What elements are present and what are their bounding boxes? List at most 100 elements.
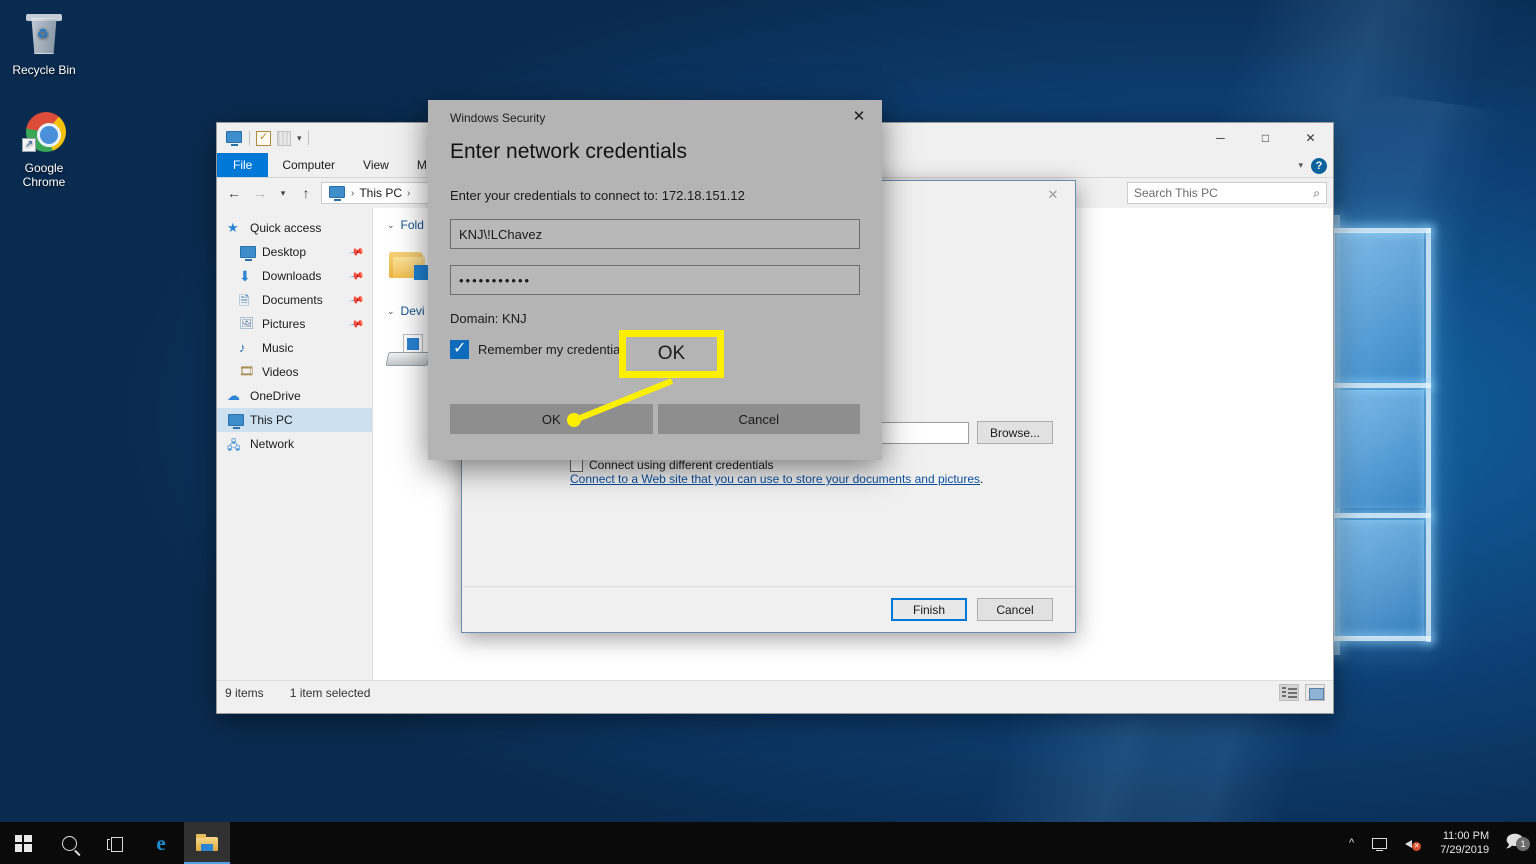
wizard-cancel-button[interactable]: Cancel (977, 598, 1053, 621)
toolbar-divider (307, 131, 309, 145)
wizard-footer[interactable]: Finish Cancel (462, 586, 1075, 632)
desktop-icon-google-chrome[interactable]: ↗ Google Chrome (6, 108, 82, 189)
dialog-titlebar[interactable]: Windows Security ✕ (428, 100, 882, 136)
taskbar[interactable]: e ^ ✕ 11:00 PM 7/29/2019 🗩 1 (0, 822, 1536, 864)
sidebar-item-documents[interactable]: 🗎 Documents 📌 (217, 288, 372, 312)
search-placeholder: Search This PC (1134, 186, 1218, 200)
web-site-link-row[interactable]: Connect to a Web site that you can use t… (570, 472, 1053, 486)
item-count-label: 9 items (225, 685, 264, 700)
ok-button[interactable]: OK (450, 404, 653, 434)
system-tray[interactable]: ^ ✕ 11:00 PM 7/29/2019 🗩 1 (1340, 822, 1536, 864)
network-icon[interactable] (1363, 837, 1396, 851)
desktop-icon-label-line2: Chrome (22, 175, 66, 189)
sidebar-item-label: This PC (250, 413, 293, 427)
close-icon[interactable]: ✕ (1031, 181, 1075, 209)
windows-security-credentials-dialog[interactable]: Windows Security ✕ Enter network credent… (428, 100, 882, 460)
sidebar-item-pictures[interactable]: 🖼 Pictures 📌 (217, 312, 372, 336)
desktop-icon (239, 244, 256, 261)
forward-button[interactable]: → (249, 182, 271, 204)
network-icon: 🖧 (227, 438, 241, 452)
search-input[interactable]: Search This PC ⌕ (1127, 182, 1327, 204)
window-controls[interactable]: ─ □ ✕ (1198, 123, 1333, 153)
help-icon[interactable]: ? (1311, 157, 1327, 174)
chevron-down-icon[interactable]: ⌄ (387, 220, 395, 231)
details-view-icon[interactable] (1279, 684, 1299, 701)
navigation-pane[interactable]: ★ Quick access Desktop 📌 ⬇ Downloads 📌 🗎… (217, 208, 373, 680)
paste-icon[interactable] (277, 130, 291, 146)
tab-file[interactable]: File (217, 153, 269, 177)
task-view-icon (106, 836, 124, 852)
music-icon: ♪ (239, 340, 246, 355)
connect-web-site-link[interactable]: Connect to a Web site that you can use t… (570, 472, 980, 486)
customize-toolbar-caret-icon[interactable]: ▾ (297, 133, 302, 144)
sidebar-item-onedrive[interactable]: ☁ OneDrive (217, 384, 372, 408)
sidebar-item-label: Documents (262, 293, 323, 307)
chevron-down-icon[interactable]: ⌄ (387, 306, 395, 317)
search-icon (61, 835, 77, 851)
checkbox-label: Connect using different credentials (589, 458, 774, 472)
checkbox-checked[interactable] (450, 338, 469, 359)
group-header-label: Devi (400, 304, 425, 318)
volume-muted-icon[interactable]: ✕ (1396, 837, 1428, 851)
clock-date: 7/29/2019 (1440, 844, 1490, 856)
task-view-button[interactable] (92, 822, 138, 864)
sidebar-item-network[interactable]: 🖧 Network (217, 432, 372, 456)
breadcrumb-separator: › (407, 187, 411, 199)
minimize-button[interactable]: ─ (1198, 123, 1243, 153)
browse-button[interactable]: Browse... (976, 421, 1053, 444)
group-header-label: Fold (400, 218, 424, 232)
view-toggle-group[interactable] (1279, 684, 1325, 701)
finish-button[interactable]: Finish (891, 598, 967, 621)
checkbox[interactable] (570, 458, 583, 472)
maximize-button[interactable]: □ (1243, 123, 1288, 153)
action-center-button[interactable]: 🗩 1 (1501, 829, 1536, 858)
sidebar-item-label: Pictures (262, 317, 306, 331)
dialog-actions[interactable]: OK Cancel (450, 404, 860, 434)
start-button[interactable] (0, 822, 46, 864)
star-icon: ★ (227, 220, 239, 235)
desktop-icon-recycle-bin[interactable]: ♻ Recycle Bin (6, 10, 82, 77)
notification-count-badge: 1 (1516, 836, 1530, 851)
tab-computer[interactable]: Computer (268, 153, 349, 177)
taskbar-file-explorer-button[interactable] (184, 822, 230, 864)
sidebar-item-music[interactable]: ♪ Music (217, 336, 372, 360)
sidebar-item-label: Quick access (250, 221, 322, 235)
ribbon-right-controls[interactable]: ▾ ? (1298, 153, 1327, 178)
quick-access-toolbar[interactable]: ▾ (225, 129, 309, 147)
sidebar-item-label: Music (262, 341, 294, 355)
this-pc-icon (328, 184, 346, 202)
properties-icon[interactable] (256, 130, 271, 146)
dialog-subtitle: Enter your credentials to connect to: 17… (450, 188, 745, 203)
recent-locations-button[interactable]: ▾ (275, 182, 291, 204)
sidebar-item-label: Videos (262, 365, 299, 379)
password-field[interactable]: ••••••••••• (450, 265, 860, 295)
up-button[interactable]: ↑ (295, 182, 317, 204)
pin-icon: 📌 (347, 291, 365, 309)
sidebar-item-desktop[interactable]: Desktop 📌 (217, 240, 372, 264)
sidebar-item-this-pc[interactable]: This PC (217, 408, 372, 432)
this-pc-icon (225, 129, 243, 147)
breadcrumb-item-this-pc[interactable]: This PC (359, 186, 402, 200)
wallpaper-window-pane (1330, 228, 1536, 642)
collapse-ribbon-caret-icon[interactable]: ▾ (1298, 160, 1303, 171)
close-button[interactable]: ✕ (1288, 123, 1333, 153)
link-period: . (980, 472, 984, 486)
clock[interactable]: 11:00 PM 7/29/2019 (1428, 822, 1501, 864)
taskbar-edge-button[interactable]: e (138, 822, 184, 864)
sidebar-item-videos[interactable]: 🎞 Videos (217, 360, 372, 384)
sidebar-item-downloads[interactable]: ⬇ Downloads 📌 (217, 264, 372, 288)
desktop[interactable]: ♻ Recycle Bin ↗ Google Chrome ▾ ─ □ ✕ (0, 0, 1536, 864)
videos-icon: 🎞 (239, 364, 255, 378)
different-credentials-checkbox-row[interactable]: Connect using different credentials (570, 458, 1053, 472)
pictures-icon: 🖼 (239, 316, 255, 330)
password-value: ••••••••••• (459, 272, 532, 288)
large-icons-view-icon[interactable] (1305, 684, 1325, 701)
sidebar-item-quick-access[interactable]: ★ Quick access (217, 216, 372, 240)
back-button[interactable]: ← (223, 182, 245, 204)
cancel-button[interactable]: Cancel (657, 404, 860, 434)
username-field[interactable]: KNJ\!LChavez (450, 219, 860, 249)
tab-view[interactable]: View (349, 153, 403, 177)
close-icon[interactable]: ✕ (836, 100, 882, 132)
taskbar-search-button[interactable] (46, 822, 92, 864)
show-hidden-icons-button[interactable]: ^ (1340, 837, 1363, 849)
